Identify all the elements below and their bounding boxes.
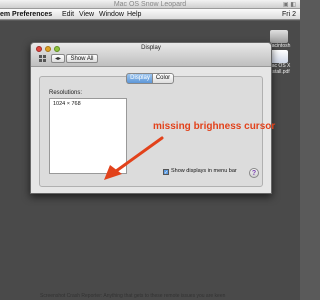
vm-window-title: Mac OS Snow Leopard xyxy=(113,1,187,8)
grid-icon[interactable] xyxy=(39,55,47,63)
window-titlebar[interactable]: Display ◂▸ Show All xyxy=(31,43,271,67)
menu-edit[interactable]: Edit xyxy=(62,9,74,20)
menu-app-name[interactable]: em Preferences xyxy=(0,9,52,20)
show-all-button[interactable]: Show All xyxy=(66,54,98,63)
menu-view[interactable]: View xyxy=(79,9,94,20)
hard-disk-icon xyxy=(270,30,288,43)
menu-bar: em Preferences Edit View Window Help Fri… xyxy=(0,9,300,20)
list-item[interactable]: 1024 × 768 xyxy=(51,100,125,108)
background-text: Screenshot Crash Reporter: Anything that… xyxy=(40,293,226,299)
resolutions-label: Resolutions: xyxy=(49,90,83,96)
help-button[interactable]: ? xyxy=(249,168,259,178)
menu-window[interactable]: Window xyxy=(99,9,124,20)
annotation-arrow-icon xyxy=(104,136,164,180)
menu-clock: Fri 2 xyxy=(282,11,296,18)
vm-window-titlebar: Mac OS Snow Leopard ▣ ◧ xyxy=(0,0,300,9)
back-forward-buttons[interactable]: ◂▸ xyxy=(51,54,65,63)
annotation-text: missing brighness cursor xyxy=(153,121,276,132)
menu-help[interactable]: Help xyxy=(127,9,141,20)
pdf-document-icon xyxy=(270,50,288,63)
window-title: Display xyxy=(141,45,161,51)
show-displays-label: Show displays in menu bar xyxy=(171,168,237,174)
tab-display[interactable]: Display xyxy=(126,73,154,84)
tab-color[interactable]: Color xyxy=(152,73,174,84)
vm-toolbar-icons[interactable]: ▣ ◧ xyxy=(283,1,296,9)
